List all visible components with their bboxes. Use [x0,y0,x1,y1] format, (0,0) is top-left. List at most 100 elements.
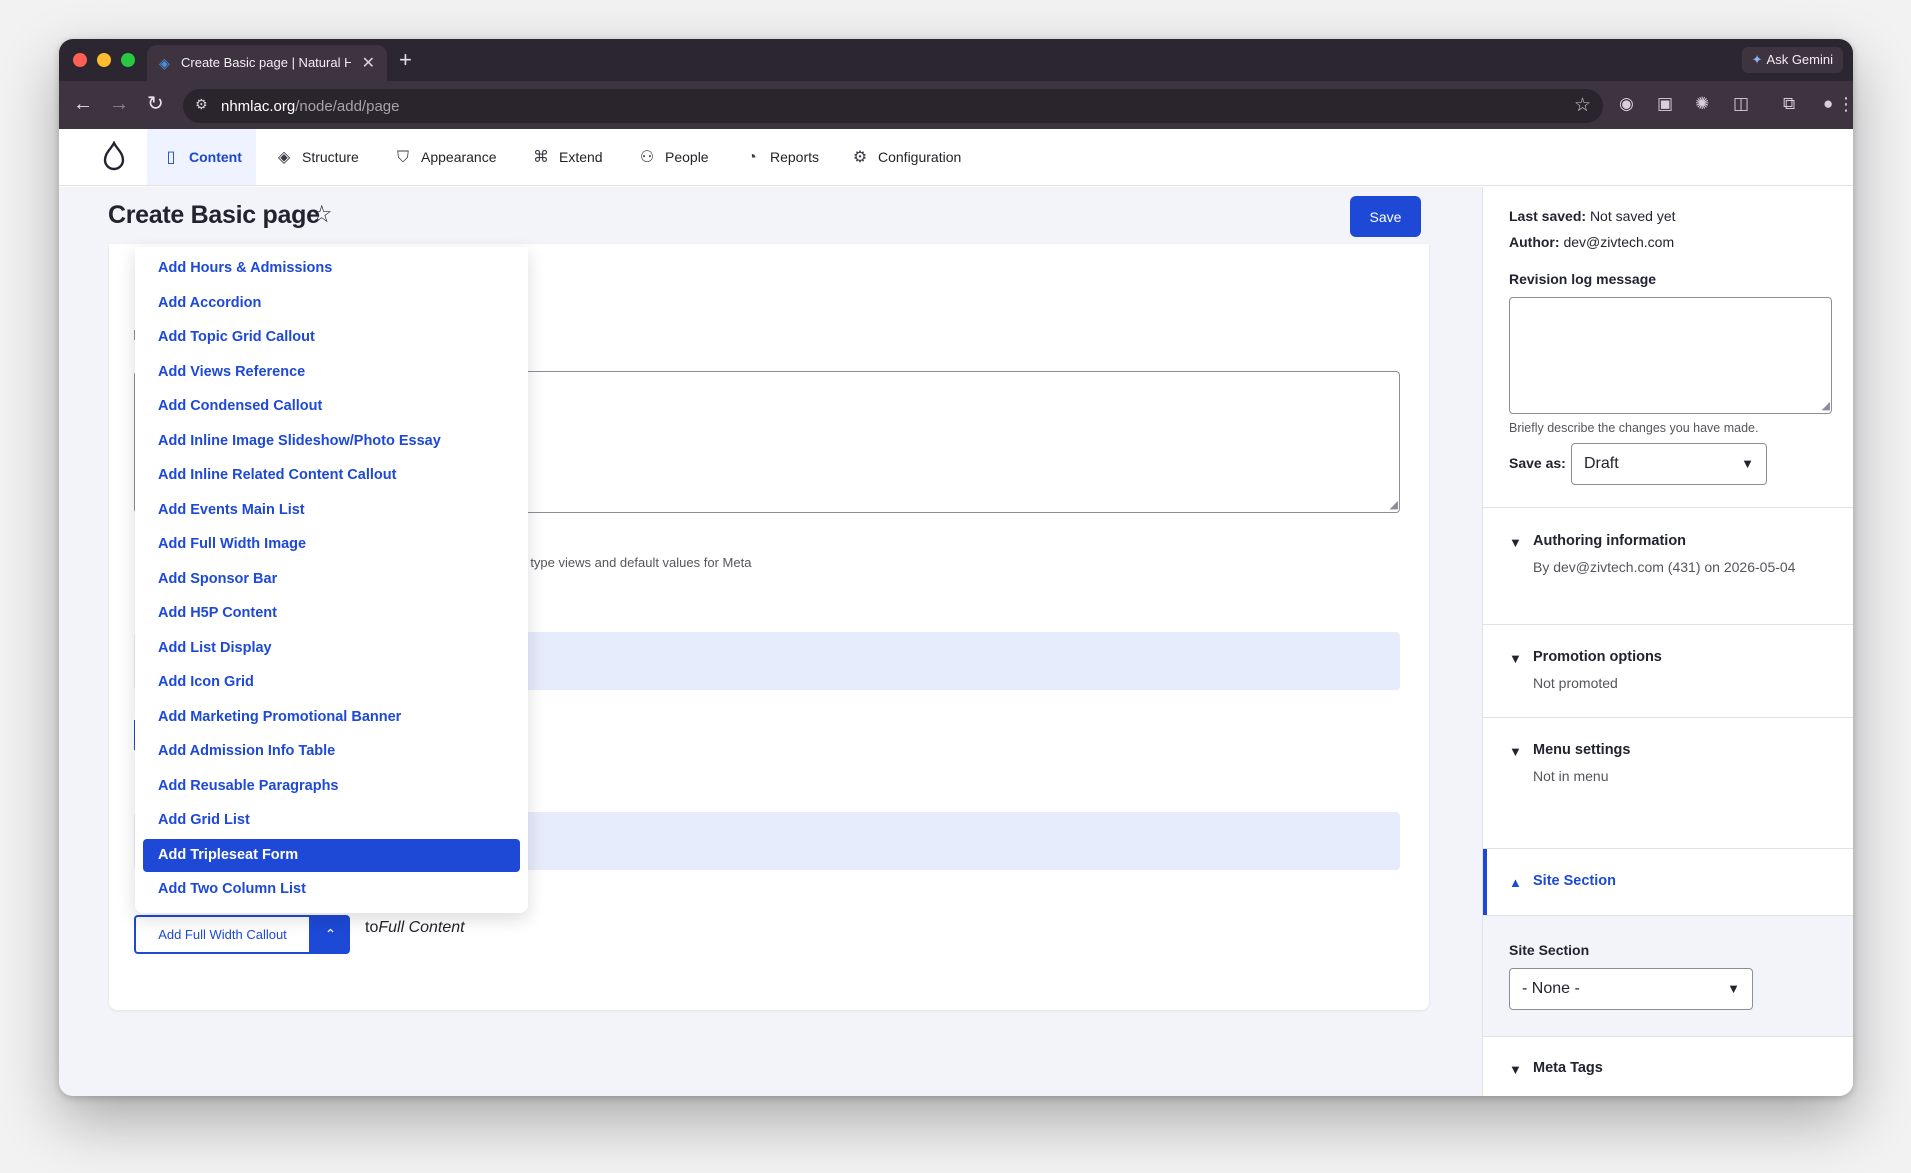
password-manager-icon[interactable]: ◉ [1619,93,1634,115]
meta-tags-title: Meta Tags [1533,1060,1603,1076]
favorite-star-icon[interactable]: ☆ [311,200,333,229]
translate-icon[interactable]: ▣ [1657,93,1673,115]
dropdown-item[interactable]: Add Sponsor Bar [143,563,520,596]
dropdown-item[interactable]: Add Grid List [143,804,520,837]
layers-icon: ◈ [277,149,291,166]
dropdown-item[interactable]: Add List Display [143,632,520,665]
gear-icon: ⚙ [852,149,868,166]
new-tab-button[interactable]: + [399,47,412,73]
dropdown-item[interactable]: Add Marketing Promotional Banner [143,701,520,734]
browser-tab[interactable]: ◈ Create Basic page | Natural H ✕ [147,45,387,81]
toolbar-item-appearance[interactable]: ⛉ Appearance [393,129,497,185]
active-indicator [1483,849,1487,915]
chevron-down-icon: ▼ [1727,981,1740,996]
last-saved-label: Last saved: [1509,208,1587,224]
toolbar-item-structure[interactable]: ◈ Structure [274,129,359,185]
chevron-down-icon: ▼ [1509,744,1522,759]
extensions-puzzle-icon[interactable]: ◫ [1733,93,1749,115]
toolbar-item-people[interactable]: ⚇ People [637,129,709,185]
toolbar-item-label: Appearance [421,149,497,165]
toolbar-item-configuration[interactable]: ⚙ Configuration [850,129,961,185]
drupal-favicon-icon: ◈ [159,55,170,71]
site-settings-icon[interactable]: ⚙ [195,96,208,113]
ask-gemini-label: Ask Gemini [1766,52,1833,67]
toolbar-item-label: Content [189,149,242,165]
chevron-down-icon: ▼ [1509,651,1522,666]
site-section-select[interactable]: - None - ▼ [1509,968,1753,1010]
toolbar-item-extend[interactable]: ⌘ Extend [531,129,603,185]
address-bar[interactable]: ⚙ nhmlac.org/node/add/page ☆ [183,89,1603,123]
close-window-button[interactable] [73,53,87,67]
chevron-up-icon: ⌃ [324,926,337,942]
minimize-window-button[interactable] [97,53,111,67]
bookmark-star-icon[interactable]: ☆ [1574,94,1591,117]
dropdown-item[interactable]: Add Inline Related Content Callout [143,459,520,492]
site-section-title: Site Section [1533,873,1616,889]
tab-search-icon[interactable]: ⧉ [1783,93,1795,115]
dropdown-item[interactable]: Add Events Main List [143,494,520,527]
forward-arrow-icon[interactable]: → [109,93,129,115]
author-label: Author: [1509,234,1560,250]
url-host: nhmlac.org [221,98,296,115]
save-as-select[interactable]: Draft ▼ [1571,443,1767,485]
dropdown-item-selected[interactable]: Add Tripleseat Form [143,839,520,872]
dropdown-item[interactable]: Add Two Column List [143,873,520,906]
profile-avatar-icon[interactable]: ● [1823,93,1833,115]
dropdown-item[interactable]: Add Reusable Paragraphs [143,770,520,803]
authoring-information-section[interactable]: ▼ Authoring information By dev@zivtech.c… [1483,507,1853,624]
resize-grip-icon[interactable]: ◢ [1822,399,1830,412]
bug-extension-icon[interactable]: ✺ [1695,93,1709,115]
promotion-options-section[interactable]: ▼ Promotion options Not promoted [1483,624,1853,717]
dropdown-item[interactable]: Add Condensed Callout [143,390,520,423]
maximize-window-button[interactable] [121,53,135,67]
drupal-logo-icon[interactable] [103,141,125,171]
dropdown-item[interactable]: Add Hours & Admissions [143,252,520,285]
add-to-field-label: toFull Content [365,919,465,937]
last-saved-value: Not saved yet [1589,208,1676,224]
dropdown-item[interactable]: Add Topic Grid Callout [143,321,520,354]
toolbar-item-label: Reports [770,149,820,165]
url-text: nhmlac.org/node/add/page [221,98,399,115]
target-field-name: Full Content [378,919,465,936]
meta-tags-section[interactable]: ▼ Meta Tags [1483,1036,1853,1096]
toolbar-item-content[interactable]: ▯ Content [147,129,256,185]
tab-close-icon[interactable]: ✕ [362,53,375,73]
tab-title: Create Basic page | Natural H [181,55,351,70]
people-icon: ⚇ [639,149,655,166]
chevron-down-icon: ▼ [1509,535,1522,550]
menu-settings-section[interactable]: ▼ Menu settings Not in menu [1483,717,1853,848]
dropdown-item[interactable]: Add Admission Info Table [143,735,520,768]
dropdown-item[interactable]: Add Views Reference [143,356,520,389]
promotion-options-summary: Not promoted [1533,675,1618,691]
chevron-up-icon: ▲ [1509,875,1522,890]
last-saved: Last saved: Not saved yet [1509,208,1676,224]
save-button[interactable]: Save [1350,196,1421,237]
dropdown-item[interactable]: Add H5P Content [143,597,520,630]
site-section-header[interactable]: ▲ Site Section [1483,848,1853,916]
reload-icon[interactable]: ↻ [147,93,164,115]
add-paragraph-dropdown: Add Hours & Admissions Add Accordion Add… [135,247,528,913]
authoring-information-title: Authoring information [1533,533,1687,549]
add-full-width-callout-button[interactable]: Add Full Width Callout [134,915,311,954]
toolbar-item-label: People [665,149,709,165]
page-title: Create Basic page [108,201,320,229]
dropdown-toggle-button[interactable]: ⌃ [311,915,350,954]
chart-icon: ◔ [747,149,757,166]
save-as-value: Draft [1584,455,1619,472]
chevron-down-icon: ▼ [1509,1062,1522,1077]
more-menu-icon[interactable]: ⋮ [1837,93,1853,115]
puzzle-icon: ⌘ [533,149,549,166]
dropdown-item[interactable]: Add Full Width Image [143,528,520,561]
toolbar-item-reports[interactable]: ◔ Reports [742,129,819,185]
dropdown-item[interactable]: Add Accordion [143,287,520,320]
browser-titlebar: ◈ Create Basic page | Natural H ✕ + ✦ Ask… [59,39,1853,81]
ask-gemini-button[interactable]: ✦ Ask Gemini [1741,47,1843,73]
toolbar-item-label: Configuration [878,149,962,165]
dropdown-item[interactable]: Add Icon Grid [143,666,520,699]
dropdown-item[interactable]: Add Inline Image Slideshow/Photo Essay [143,425,520,458]
resize-grip-icon[interactable]: ◢ [1390,498,1398,511]
browser-window: ◈ Create Basic page | Natural H ✕ + ✦ Ask… [59,39,1853,1096]
revision-log-textarea[interactable]: ◢ [1509,297,1832,414]
back-arrow-icon[interactable]: ← [73,93,93,115]
revision-log-label: Revision log message [1509,271,1657,287]
